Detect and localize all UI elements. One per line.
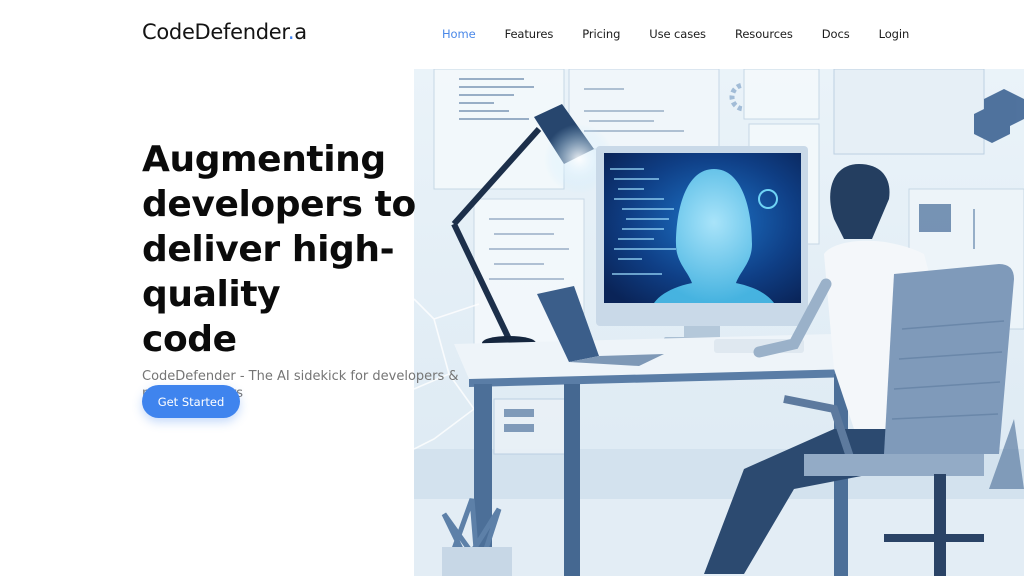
navbar: CodeDefender.a Home Features Pricing Use… <box>0 0 1024 68</box>
get-started-button[interactable]: Get Started <box>142 385 240 418</box>
headline-line: deliver high-quality <box>142 229 395 315</box>
hero-section: Augmenting developers to deliver high-qu… <box>142 137 522 402</box>
brand-logo[interactable]: CodeDefender.a <box>142 20 307 44</box>
headline-line: Augmenting <box>142 139 386 180</box>
nav-item-use-cases[interactable]: Use cases <box>649 27 706 41</box>
brand-suffix: a <box>294 20 307 44</box>
hero-headline: Augmenting developers to deliver high-qu… <box>142 137 522 362</box>
headline-line: developers to <box>142 184 416 225</box>
brand-name: CodeDefender <box>142 20 288 44</box>
monitor <box>596 146 808 343</box>
nav-item-pricing[interactable]: Pricing <box>582 27 620 41</box>
nav-item-features[interactable]: Features <box>505 27 554 41</box>
nav-item-docs[interactable]: Docs <box>822 27 850 41</box>
headline-line: code <box>142 319 237 360</box>
nav-item-home[interactable]: Home <box>442 27 476 41</box>
nav-item-login[interactable]: Login <box>879 27 910 41</box>
main-nav: Home Features Pricing Use cases Resource… <box>442 27 909 41</box>
nav-item-resources[interactable]: Resources <box>735 27 793 41</box>
